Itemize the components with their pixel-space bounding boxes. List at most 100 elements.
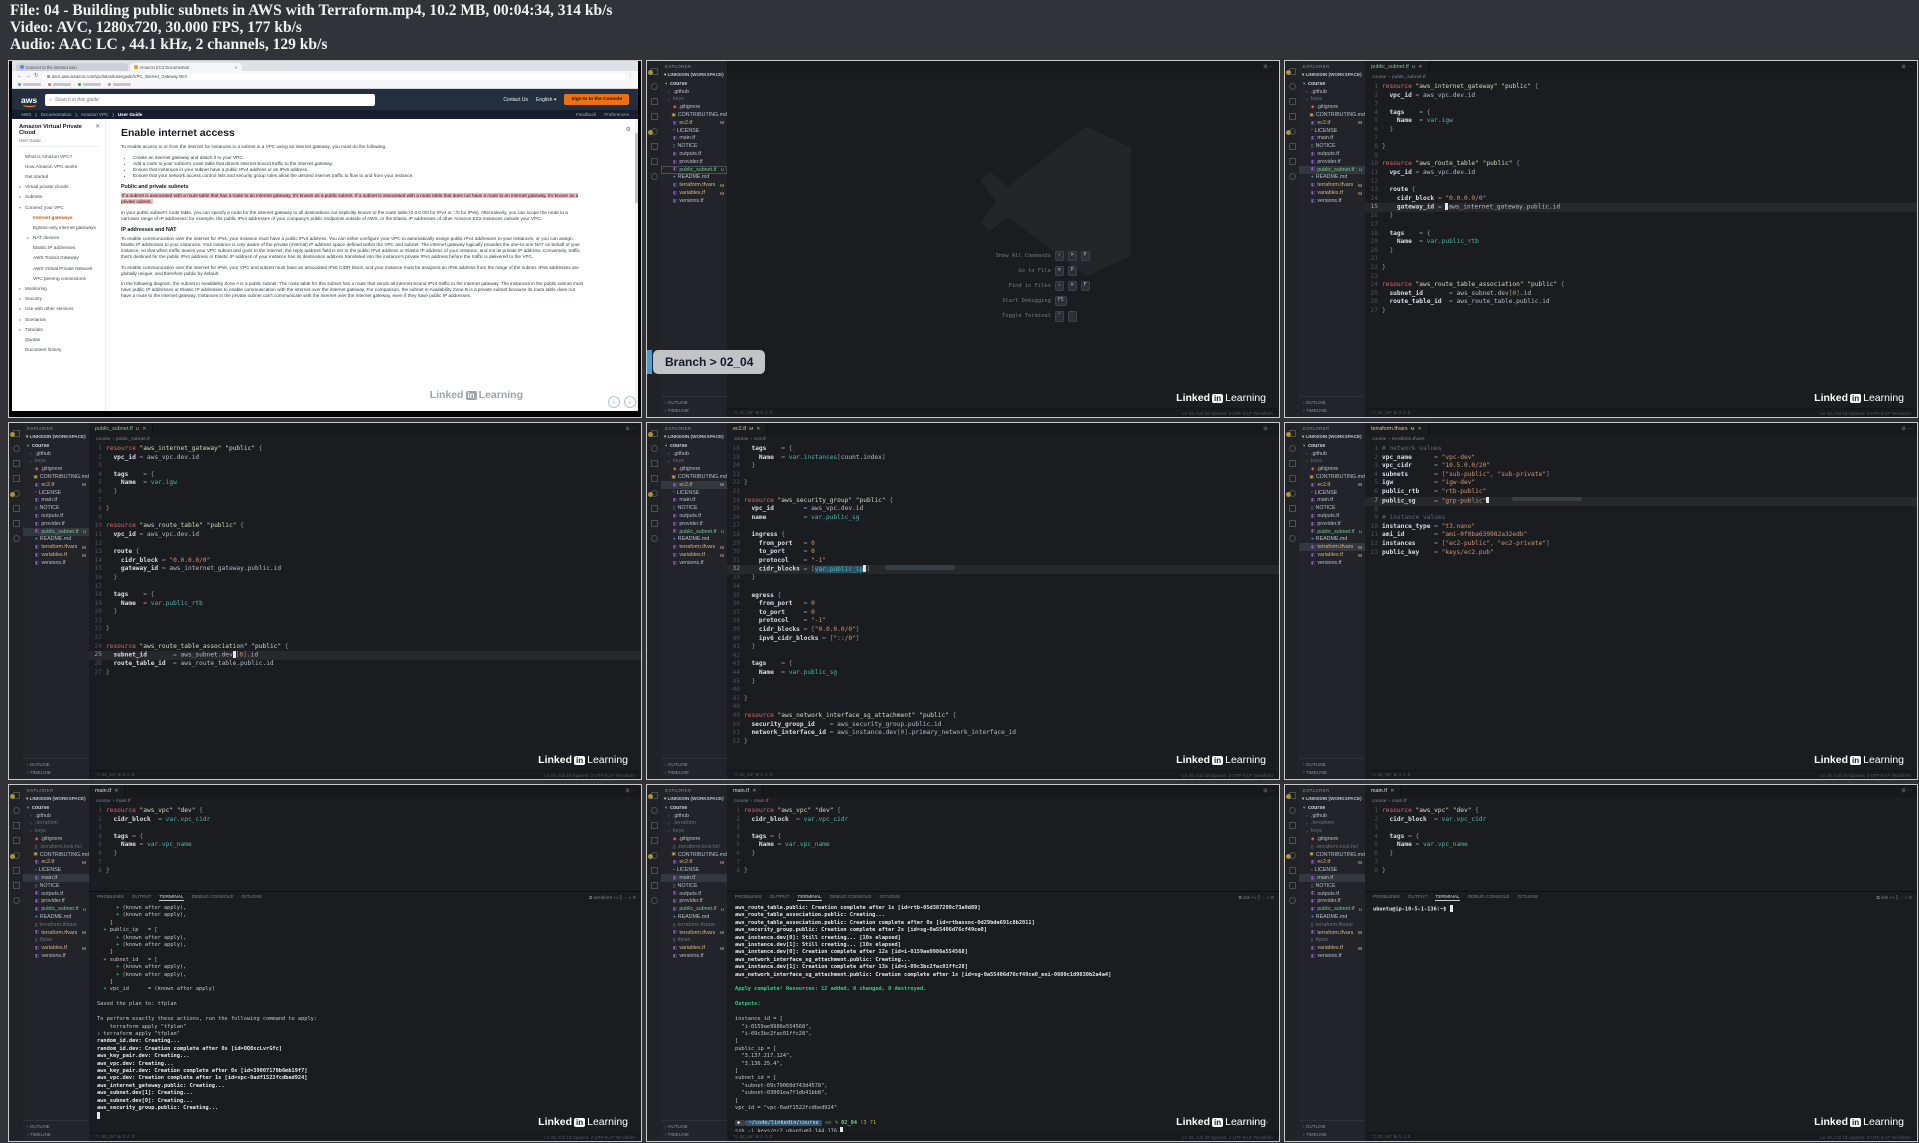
editor-actions[interactable]: ⊞ ⋯ — [1901, 785, 1917, 797]
files-icon[interactable] — [647, 430, 658, 437]
file-item-.github[interactable]: › .github — [661, 450, 727, 458]
settings-gear-icon[interactable] — [1288, 173, 1296, 180]
status-right[interactable]: Ln 15, Col 18 Spaces: 2 UTF-8 LF Terrafo… — [1182, 773, 1273, 778]
chevron-icon[interactable]: › — [1388, 75, 1390, 80]
docker-icon[interactable] — [650, 505, 658, 512]
status-left[interactable]: ⌥ 02_04* ⊗ 0 ⚠ 0 — [733, 1134, 772, 1140]
outline-section[interactable]: › OUTLINE — [27, 1123, 85, 1131]
source-control-icon[interactable] — [650, 98, 658, 105]
file-item-NOTICE[interactable]: ▯ NOTICE — [23, 504, 89, 512]
preferences-link[interactable]: Preferences — [604, 112, 629, 117]
file-item-tfplan[interactable]: ▯ tfplan — [1299, 937, 1365, 945]
file-item-course[interactable]: ▾ course — [23, 442, 89, 450]
file-item-ec2.tf[interactable]: ◧ ec2.tf M — [661, 480, 727, 489]
file-item-README.md[interactable]: ● README.md — [1299, 913, 1365, 921]
file-item-outputs.tf[interactable]: ◧ outputs.tf — [1299, 150, 1365, 158]
status-left[interactable]: ⌥ 02_04* ⊗ 0 ⚠ 0 — [1371, 772, 1410, 778]
file-item-provider.tf[interactable]: ◧ provider.tf — [23, 898, 89, 906]
file-item-LICENSE[interactable]: ▪ LICENSE — [1299, 866, 1365, 874]
outline-section[interactable]: › OUTLINE — [665, 1123, 723, 1131]
crumb-file[interactable]: main.tf — [116, 799, 130, 804]
timeline-section[interactable]: › TIMELINE — [1303, 769, 1361, 777]
panel-tab-gitlens[interactable]: GITLENS — [242, 895, 263, 900]
code-editor[interactable]: 1 # network values 2 vpc_name = "vpc-dev" 3 v… — [1365, 443, 1917, 770]
tab-close-icon[interactable]: ✕ — [1418, 426, 1422, 432]
remote-explorer-icon[interactable] — [1288, 520, 1296, 527]
editor-actions[interactable]: ⊞ ⋯ — [1263, 785, 1279, 797]
file-item-README.md[interactable]: ● README.md — [661, 536, 727, 544]
contact-us-link[interactable]: Contact Us — [503, 97, 528, 103]
files-icon[interactable] — [1285, 792, 1296, 799]
extensions-icon[interactable] — [9, 490, 20, 497]
file-item-LICENSE[interactable]: ▪ LICENSE — [661, 489, 727, 497]
timeline-section[interactable]: › TIMELINE — [27, 769, 85, 777]
outline-section[interactable]: › OUTLINE — [1303, 1123, 1361, 1131]
editor-actions[interactable]: ⊞ ⋯ — [1263, 61, 1279, 73]
file-item-variables.tf[interactable]: ◧ variables.tf M — [1299, 944, 1365, 952]
file-item-CONTRIBUTING.md[interactable]: ▣ CONTRIBUTING.md — [1299, 851, 1366, 859]
chevron-icon[interactable]: › — [1388, 799, 1390, 804]
file-item-course[interactable]: ▾ course — [661, 80, 727, 88]
run-debug-icon[interactable] — [650, 113, 658, 120]
file-item-ec2.tf[interactable]: ◧ ec2.tf M — [23, 481, 89, 489]
status-right[interactable]: Ln 15, Col 18 Spaces: 2 UTF-8 LF Terrafo… — [1182, 411, 1273, 416]
file-item-CONTRIBUTING.md[interactable]: ▣ CONTRIBUTING.md — [661, 473, 728, 481]
bookmark-item[interactable] — [78, 83, 101, 86]
tab-close-icon[interactable]: ✕ — [234, 65, 238, 70]
file-item-CONTRIBUTING.md[interactable]: ▣ CONTRIBUTING.md — [23, 851, 90, 859]
reload-icon[interactable]: ↻ — [34, 73, 39, 79]
workspace-row[interactable]: ▾ LINKEDIN (WORKSPACE) — [661, 433, 727, 442]
file-item-ec2.tf[interactable]: ◧ ec2.tf M — [1299, 481, 1365, 489]
settings-gear-icon[interactable] — [650, 173, 658, 180]
aws-logo[interactable]: aws — [21, 95, 38, 107]
language-dropdown[interactable]: English ▾ — [536, 97, 556, 103]
file-item-course[interactable]: ▾ course — [1299, 442, 1365, 450]
file-item-public_subnet.tf[interactable]: ◧ public_subnet.tf U — [661, 165, 727, 174]
tab-close-icon[interactable]: ✕ — [752, 788, 756, 794]
file-item-LICENSE[interactable]: ▪ LICENSE — [1299, 127, 1365, 135]
panel-tab-terminal[interactable]: TERMINAL — [797, 895, 822, 901]
breadcrumb-item[interactable]: Amazon VPC — [81, 112, 109, 117]
editor-tab-terraform.tfvars[interactable]: terraform.tfvars M ✕ — [1365, 423, 1429, 435]
status-right[interactable]: Ln 15, Col 18 Spaces: 2 UTF-8 LF Terrafo… — [1820, 411, 1911, 416]
code-editor[interactable]: Show All Commands ⇧ ⌘ P Go to File ⌘ P Find in … — [727, 73, 1279, 408]
file-item-main.tf[interactable]: ◧ main.tf — [1299, 135, 1365, 143]
docker-icon[interactable] — [12, 867, 20, 874]
file-item-CONTRIBUTING.md[interactable]: ▣ CONTRIBUTING.md — [661, 851, 728, 859]
file-item-public_subnet.tf[interactable]: ◧ public_subnet.tf U — [23, 905, 89, 913]
sidebar-item-vpc-peering-connections[interactable]: VPC peering connections — [19, 273, 100, 283]
code-editor[interactable]: 1 resource "aws_vpc" "dev" {2 cidr_block … — [89, 805, 641, 891]
file-item-versions.tf[interactable]: ◧ versions.tf — [1299, 197, 1365, 205]
search-icon[interactable] — [650, 83, 658, 90]
file-item-terraform.tfvars[interactable]: ◧ terraform.tfvars M — [1299, 181, 1365, 189]
file-item-.github[interactable]: › .github — [1299, 450, 1365, 458]
sidebar-item-security[interactable]: ▸ Security — [19, 294, 100, 304]
sidebar-item-aws-virtual-private-network[interactable]: AWS Virtual Private Network — [19, 263, 100, 273]
file-item-variables.tf[interactable]: ◧ variables.tf M — [661, 944, 727, 952]
docker-icon[interactable] — [1288, 505, 1296, 512]
workspace-row[interactable]: ▾ LINKEDIN (WORKSPACE) — [1299, 795, 1365, 804]
file-item-versions.tf[interactable]: ◧ versions.tf — [1299, 952, 1365, 960]
workspace-row[interactable]: ▾ LINKEDIN (WORKSPACE) — [661, 71, 727, 80]
sidebar-item-document-history[interactable]: Document history — [19, 345, 100, 355]
file-item-provider.tf[interactable]: ◧ provider.tf — [1299, 520, 1365, 528]
search-icon[interactable] — [650, 445, 658, 452]
remote-explorer-icon[interactable] — [12, 520, 20, 527]
source-control-icon[interactable] — [12, 460, 20, 467]
file-item-.gitignore[interactable]: ◆ .gitignore — [661, 465, 727, 473]
tab-close-icon[interactable]: ✕ — [142, 426, 146, 432]
sidebar-item-quotas[interactable]: Quotas — [19, 334, 100, 344]
crumb-root[interactable]: course — [96, 799, 110, 804]
search-icon[interactable] — [1288, 807, 1296, 814]
docker-icon[interactable] — [650, 143, 658, 150]
breadcrumb-item[interactable]: AWS — [21, 112, 31, 117]
editor-tab-main.tf[interactable]: main.tf ✕ — [89, 785, 126, 797]
run-debug-icon[interactable] — [650, 475, 658, 482]
sidebar-item-connect-your-vpc[interactable]: ▾ Connect your VPC — [19, 202, 100, 212]
code-editor[interactable]: 1 resource "aws_vpc" "dev" {2 cidr_block … — [1365, 805, 1917, 891]
file-item-NOTICE[interactable]: ▯ NOTICE — [1299, 882, 1365, 890]
file-item-CONTRIBUTING.md[interactable]: ▣ CONTRIBUTING.md — [1299, 111, 1366, 119]
file-item-outputs.tf[interactable]: ◧ outputs.tf — [1299, 512, 1365, 520]
feedback-link[interactable]: Feedback — [576, 112, 596, 117]
crumb-file[interactable]: public_subnet.tf — [116, 437, 150, 442]
